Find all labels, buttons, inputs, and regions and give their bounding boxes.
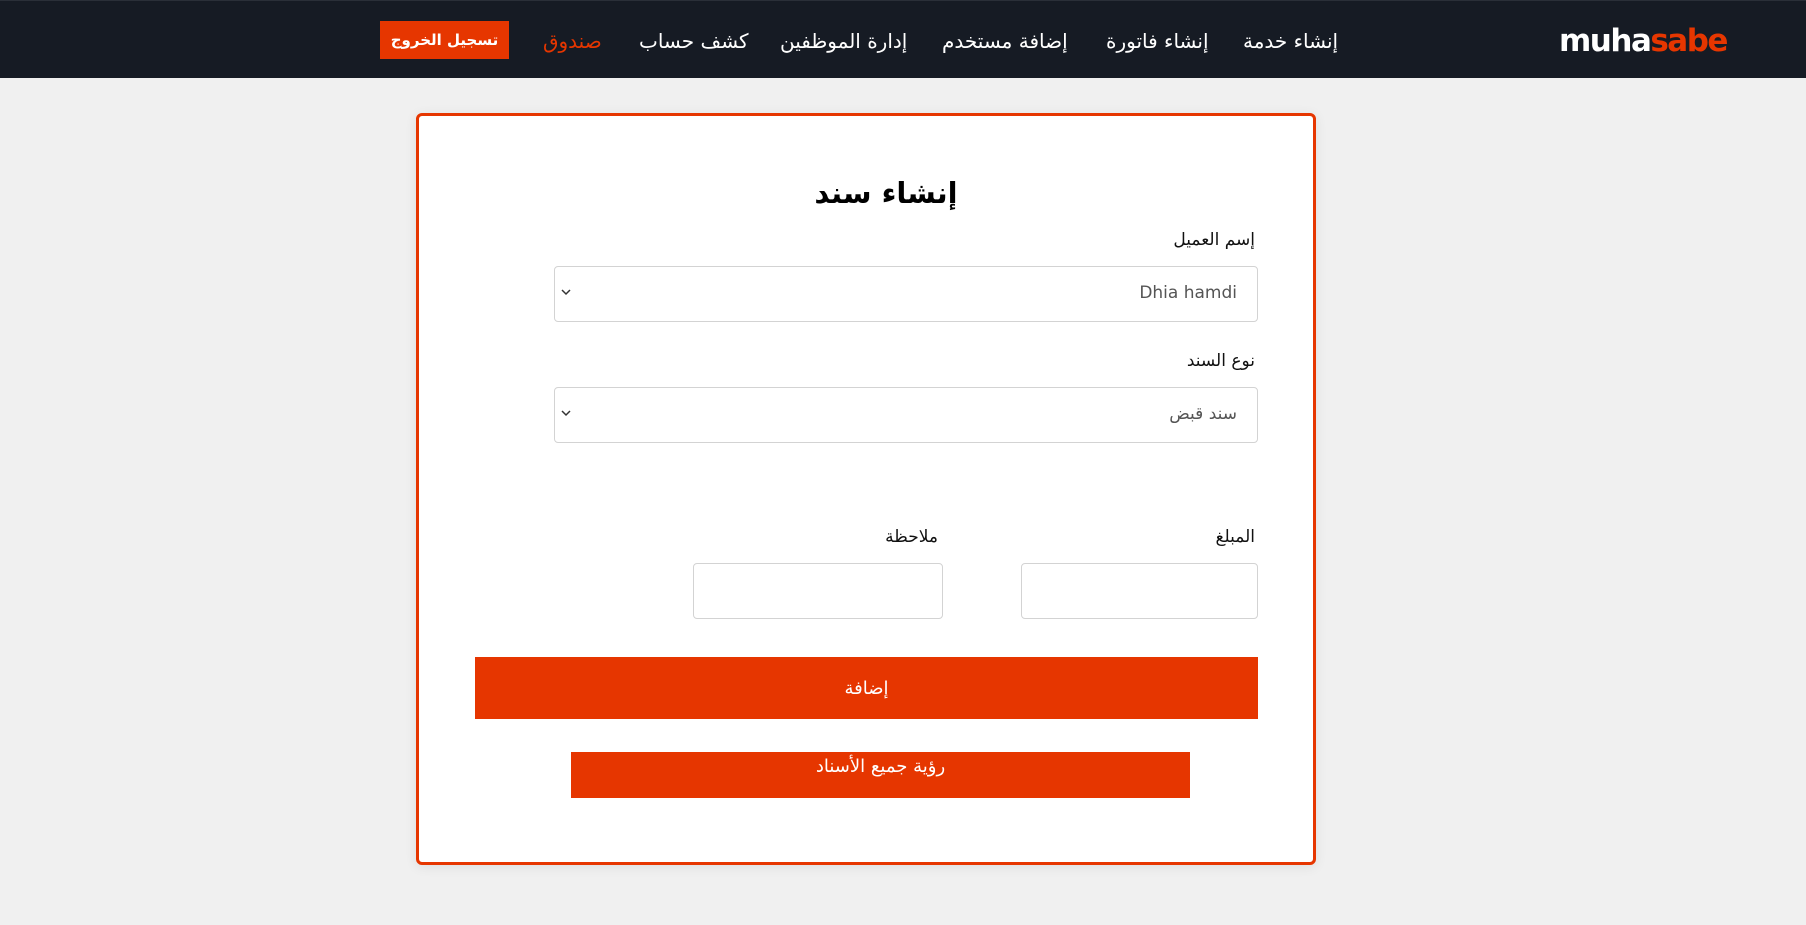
voucher-type-select[interactable]: سند قبض <box>554 387 1258 443</box>
amount-input[interactable] <box>1021 563 1258 619</box>
view-all-vouchers-button[interactable]: رؤية جميع الأسناد <box>571 752 1190 798</box>
client-name-select[interactable]: Dhia hamdi <box>554 266 1258 322</box>
add-button[interactable]: إضافة <box>475 657 1258 719</box>
chevron-down-icon <box>559 406 573 420</box>
logout-button[interactable]: تسجيل الخروج <box>380 21 509 59</box>
voucher-type-selected-value: سند قبض <box>1169 404 1237 424</box>
amount-label: المبلغ <box>1215 527 1255 547</box>
nav-manage-employees[interactable]: إدارة الموظفين <box>780 27 907 55</box>
brand-logo-part2: sabe <box>1650 23 1728 59</box>
page-title: إنشاء سند <box>814 176 958 210</box>
note-label: ملاحظة <box>885 527 938 547</box>
nav-cashbox[interactable]: صندوق <box>543 27 602 55</box>
client-name-selected-value: Dhia hamdi <box>1139 283 1237 303</box>
create-voucher-card: إنشاء سند إسم العميل Dhia hamdi نوع السن… <box>416 113 1316 865</box>
brand-logo[interactable]: muhasabe <box>1559 23 1728 59</box>
nav-create-invoice[interactable]: إنشاء فاتورة <box>1106 27 1209 55</box>
nav-create-service[interactable]: إنشاء خدمة <box>1243 27 1338 55</box>
nav-account-statement[interactable]: كشف حساب <box>639 27 749 55</box>
brand-logo-part1: muha <box>1559 23 1652 59</box>
note-input[interactable] <box>693 563 943 619</box>
voucher-type-label: نوع السند <box>1186 351 1255 371</box>
client-name-label: إسم العميل <box>1173 230 1255 250</box>
chevron-down-icon <box>559 285 573 299</box>
nav-add-user[interactable]: إضافة مستخدم <box>942 27 1068 55</box>
top-navbar: muhasabe إنشاء خدمة إنشاء فاتورة إضافة م… <box>0 0 1806 78</box>
